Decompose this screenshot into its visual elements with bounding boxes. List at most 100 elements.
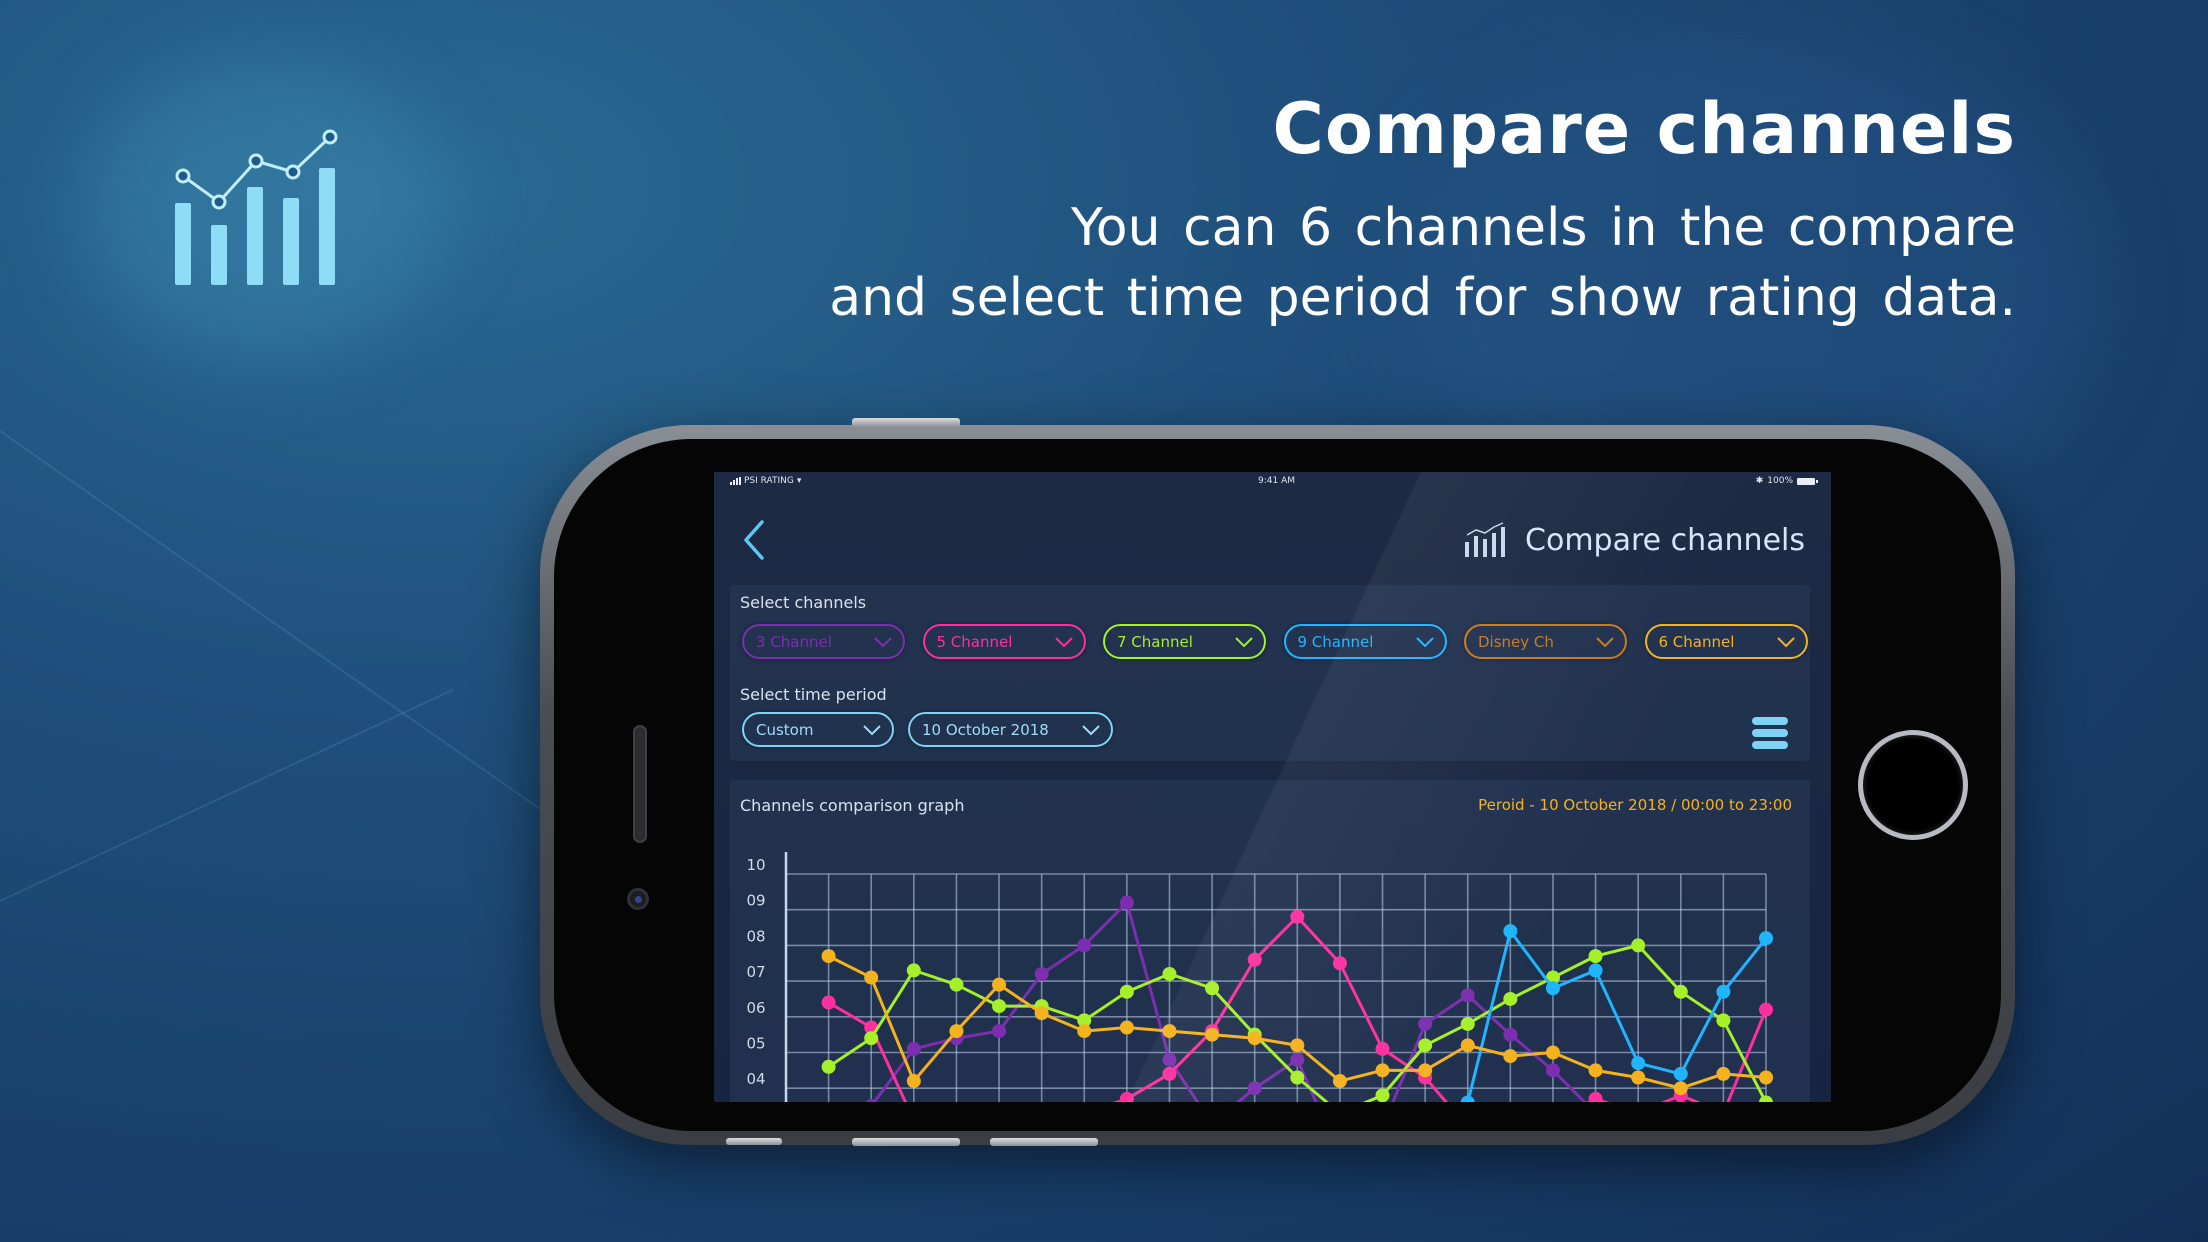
data-point [1119, 1091, 1134, 1102]
channel-dropdown[interactable]: 5 Channel [922, 624, 1086, 659]
data-point [906, 963, 921, 978]
data-point [1588, 1091, 1603, 1102]
data-point [1716, 984, 1731, 999]
y-tick-label: 04 [746, 1070, 765, 1088]
data-point [1545, 981, 1560, 996]
channel-dropdown-value: 3 Channel [756, 632, 832, 651]
channel-dropdown[interactable]: 7 Channel [1103, 624, 1266, 659]
data-point [1588, 949, 1603, 964]
data-point [1290, 909, 1305, 924]
data-point [1119, 1020, 1134, 1035]
background-line [0, 430, 574, 834]
data-point [1759, 1070, 1773, 1085]
data-point [1759, 1002, 1773, 1017]
status-time: 9:41 AM [1258, 476, 1295, 486]
data-point [1503, 1027, 1518, 1042]
data-point [1205, 981, 1220, 996]
phone-speaker [633, 725, 647, 843]
battery-icon [1797, 477, 1818, 485]
menu-line [1752, 717, 1788, 725]
chevron-down-icon [1776, 636, 1795, 647]
page-header: Compare channels [1463, 522, 1805, 558]
channel-dropdown-value: 7 Channel [1117, 632, 1193, 651]
data-point [1205, 1027, 1220, 1042]
channel-dropdown[interactable]: 3 Channel [742, 624, 905, 659]
data-point [949, 1024, 964, 1039]
data-point [821, 949, 836, 964]
comparison-chart: 04 05 06 07 08 09 10 [746, 852, 1773, 1102]
period-mode-dropdown[interactable]: Custom [742, 712, 894, 747]
date-dropdown[interactable]: 10 October 2018 [908, 712, 1113, 747]
data-point [1631, 1070, 1646, 1085]
app-screen: PSI RATING ▾ 9:41 AM ✱ 100% Compare chan… [714, 472, 1831, 1102]
data-point [1162, 1024, 1177, 1039]
data-point [906, 1074, 921, 1089]
data-point [1119, 895, 1134, 910]
status-bar: PSI RATING ▾ 9:41 AM ✱ 100% [714, 472, 1831, 490]
chevron-left-icon[interactable] [740, 518, 770, 562]
data-point [1162, 966, 1177, 981]
bluetooth-icon: ✱ [1755, 476, 1764, 486]
phone-side-button [852, 418, 960, 427]
y-tick-label: 07 [746, 963, 765, 981]
menu-button[interactable] [1752, 715, 1788, 751]
data-point [1673, 1081, 1688, 1096]
hero-subtitle-line: You can 6 channels in the compare [1070, 198, 2016, 258]
y-tick-label: 09 [746, 892, 765, 910]
data-point [1503, 1049, 1518, 1064]
data-point [1418, 1038, 1433, 1053]
y-tick-label: 06 [746, 999, 765, 1017]
data-point [1034, 1006, 1049, 1021]
bar-line-chart-icon [1465, 522, 1506, 557]
data-point [1375, 1041, 1390, 1056]
data-point [1332, 1074, 1347, 1089]
carrier-name: PSI RATING [744, 476, 794, 486]
hero-subtitle-line: and select time period for show rating d… [829, 268, 2016, 328]
data-point [864, 1031, 879, 1046]
chevron-down-icon [1235, 636, 1253, 647]
data-point [992, 977, 1007, 992]
data-point [1503, 924, 1518, 939]
y-tick-label: 08 [746, 927, 765, 945]
data-point [992, 1024, 1007, 1039]
data-point [1716, 1066, 1731, 1081]
menu-line [1752, 729, 1788, 737]
phone-camera [627, 888, 649, 910]
home-button[interactable] [1858, 730, 1968, 840]
channel-dropdown-value: 6 Channel [1658, 632, 1735, 651]
data-point [1077, 1024, 1092, 1039]
data-point [1375, 1088, 1390, 1102]
chevron-down-icon [1415, 636, 1434, 647]
graph-panel: Channels comparison graph Peroid - 10 Oc… [730, 780, 1810, 1102]
bar-line-chart-icon [175, 129, 338, 285]
data-point [906, 1041, 921, 1056]
channel-dropdown-value: 9 Channel [1297, 632, 1374, 651]
battery-percent: 100% [1767, 476, 1793, 486]
period-mode-value: Custom [756, 720, 814, 739]
chevron-down-icon [863, 724, 881, 735]
data-point [992, 999, 1007, 1014]
phone-side-button [990, 1138, 1098, 1146]
data-point [1545, 1045, 1560, 1060]
data-point [1759, 931, 1773, 946]
channel-dropdown[interactable]: 9 Channel [1283, 624, 1447, 659]
page-title: Compare channels [1525, 522, 1805, 558]
data-point [1673, 1066, 1688, 1081]
data-point [1460, 1038, 1475, 1053]
data-point [1247, 1031, 1262, 1046]
data-point [1247, 1081, 1262, 1096]
data-point [1077, 938, 1092, 953]
phone-side-button [852, 1138, 960, 1146]
data-point [1375, 1063, 1390, 1078]
data-point [949, 977, 964, 992]
select-time-period-label: Select time period [740, 685, 887, 704]
y-tick-label: 05 [746, 1035, 765, 1053]
menu-line [1752, 741, 1788, 749]
channel-dropdown[interactable]: Disney Ch [1464, 624, 1627, 659]
chevron-down-icon [874, 636, 892, 647]
y-tick-label: 10 [746, 856, 765, 874]
data-point [864, 970, 879, 985]
channel-dropdown[interactable]: 6 Channel [1644, 624, 1808, 659]
data-point [1290, 1038, 1305, 1053]
data-point [1631, 938, 1646, 953]
